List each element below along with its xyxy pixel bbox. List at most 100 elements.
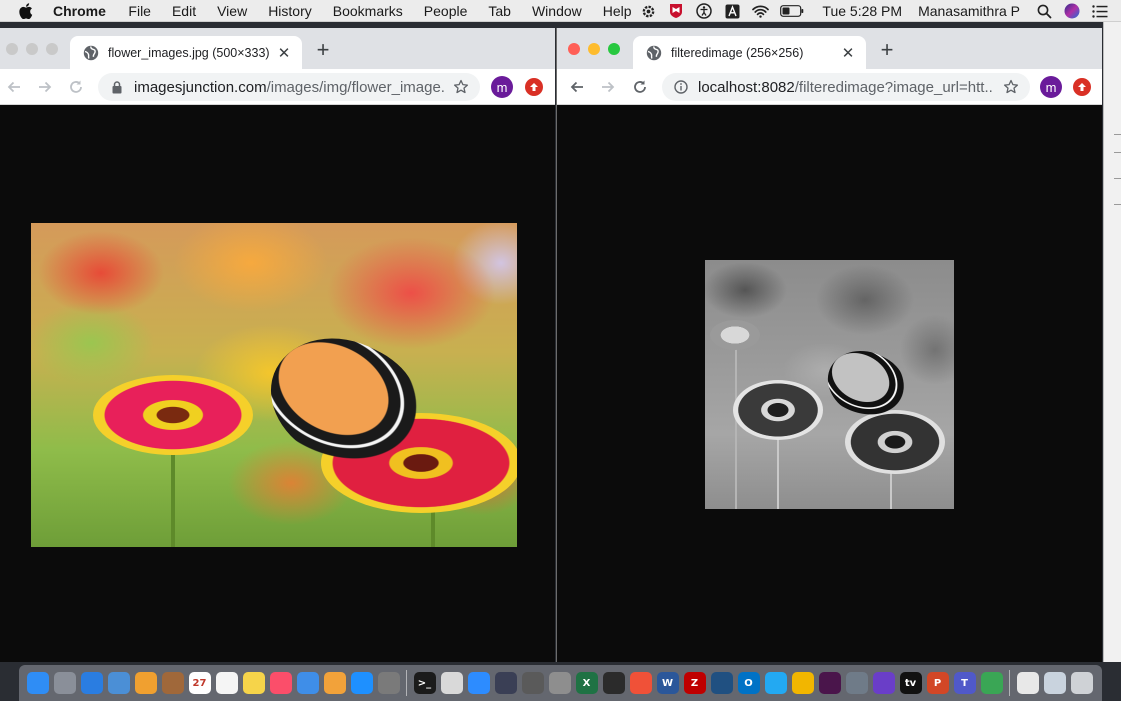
teams-icon[interactable]: T xyxy=(953,672,976,694)
zoom-icon[interactable] xyxy=(467,672,490,694)
back-button[interactable] xyxy=(568,78,586,96)
menu-view[interactable]: View xyxy=(207,3,258,19)
forward-button[interactable] xyxy=(36,78,54,96)
menu-people[interactable]: People xyxy=(413,3,478,19)
apple-menu-icon[interactable] xyxy=(19,2,39,19)
spotlight-search-icon[interactable] xyxy=(1035,3,1053,19)
zoom-window-button[interactable] xyxy=(46,43,58,55)
cloud-icon[interactable] xyxy=(980,672,1003,694)
new-tab-button[interactable]: + xyxy=(313,39,333,61)
filezilla-icon[interactable]: Z xyxy=(683,672,706,694)
system-preferences-icon[interactable] xyxy=(377,672,400,694)
close-tab-icon[interactable]: ✕ xyxy=(276,45,292,62)
minimize-window-button[interactable] xyxy=(26,43,38,55)
close-tab-icon[interactable]: ✕ xyxy=(840,45,856,62)
terminal-icon[interactable]: >_ xyxy=(413,672,436,694)
gray-flower xyxy=(845,410,945,474)
input-source-icon[interactable] xyxy=(723,3,741,19)
chrome-icon[interactable] xyxy=(791,672,814,694)
gear-status-icon[interactable] xyxy=(639,3,657,19)
forward-button[interactable] xyxy=(599,78,617,96)
script-editor-icon[interactable] xyxy=(440,672,463,694)
network-icon[interactable] xyxy=(845,672,868,694)
bookmark-star-icon[interactable] xyxy=(1002,78,1020,96)
tab-strip: flower_images.jpg (500×333) ✕ + xyxy=(0,28,555,69)
outlook-icon[interactable]: O xyxy=(737,672,760,694)
minimize-window-button[interactable] xyxy=(588,43,600,55)
menu-window[interactable]: Window xyxy=(521,3,592,19)
close-window-button[interactable] xyxy=(568,43,580,55)
photos-icon[interactable] xyxy=(134,672,157,694)
user-name[interactable]: Manasamithra P xyxy=(918,3,1020,19)
battery-icon[interactable] xyxy=(779,3,805,19)
menu-bookmarks[interactable]: Bookmarks xyxy=(322,3,413,19)
page-content xyxy=(557,105,1102,662)
messenger-icon[interactable] xyxy=(494,672,517,694)
profile-avatar[interactable]: m xyxy=(491,76,513,98)
swift-icon[interactable] xyxy=(629,672,652,694)
app-menu-chrome[interactable]: Chrome xyxy=(53,3,118,19)
vscode-icon[interactable] xyxy=(764,672,787,694)
filtered-grayscale-image[interactable] xyxy=(705,260,954,509)
notes-icon[interactable] xyxy=(242,672,265,694)
new-tab-button[interactable]: + xyxy=(877,39,897,61)
address-bar[interactable]: localhost:8082/filteredimage?image_url=h… xyxy=(662,73,1030,101)
notification-center-icon[interactable] xyxy=(1091,3,1109,19)
reload-button[interactable] xyxy=(631,78,649,96)
notebook-icon[interactable] xyxy=(161,672,184,694)
powerpoint-icon[interactable]: P xyxy=(926,672,949,694)
wifi-icon[interactable] xyxy=(751,3,769,19)
preview-icon[interactable] xyxy=(107,672,130,694)
excel-icon[interactable]: X xyxy=(575,672,598,694)
gray-flower xyxy=(710,320,760,350)
zoom-window-button[interactable] xyxy=(608,43,620,55)
bookmark-star-icon[interactable] xyxy=(453,78,471,96)
warnings-icon[interactable] xyxy=(602,672,625,694)
keynote-icon[interactable] xyxy=(296,672,319,694)
siri-icon[interactable] xyxy=(1063,3,1081,19)
tab-flower-image[interactable]: flower_images.jpg (500×333) ✕ xyxy=(70,36,302,69)
address-bar[interactable]: imagesjunction.com/images/img/flower_ima… xyxy=(98,73,480,101)
launchpad-icon[interactable] xyxy=(53,672,76,694)
menu-file[interactable]: File xyxy=(118,3,162,19)
safari-icon[interactable] xyxy=(80,672,103,694)
tab-filtered-image[interactable]: filteredimage (256×256) ✕ xyxy=(633,36,866,69)
menu-history[interactable]: History xyxy=(258,3,323,19)
lock-icon[interactable] xyxy=(110,80,124,94)
pages-icon[interactable] xyxy=(323,672,346,694)
accessibility-icon[interactable] xyxy=(695,3,713,19)
extension-icon[interactable] xyxy=(1073,78,1091,96)
menu-edit[interactable]: Edit xyxy=(161,3,206,19)
reload-button[interactable] xyxy=(67,78,85,96)
music-icon[interactable] xyxy=(269,672,292,694)
screen-icon[interactable] xyxy=(1043,672,1066,694)
reminders-icon[interactable] xyxy=(215,672,238,694)
extension-icon[interactable] xyxy=(525,78,543,96)
calendar-icon[interactable]: 27 xyxy=(188,672,211,694)
trash-icon[interactable] xyxy=(1070,672,1093,694)
flower-butterfly-image[interactable] xyxy=(31,223,517,547)
menu-tab[interactable]: Tab xyxy=(478,3,522,19)
apple-tv-icon[interactable]: tv xyxy=(899,672,922,694)
page-content xyxy=(0,105,555,662)
document-icon[interactable] xyxy=(1016,672,1039,694)
mcafee-shield-icon[interactable] xyxy=(667,3,685,19)
disk-utility-icon[interactable] xyxy=(521,672,544,694)
globe-icon xyxy=(83,45,99,60)
profile-avatar[interactable]: m xyxy=(1040,76,1062,98)
imovie-icon[interactable] xyxy=(872,672,895,694)
url-path: /filteredimage?image_url=htt... xyxy=(794,78,995,96)
info-icon[interactable] xyxy=(674,80,688,94)
menu-bar: Chrome File Edit View History Bookmarks … xyxy=(0,0,1121,22)
close-window-button[interactable] xyxy=(6,43,18,55)
word-icon[interactable]: W xyxy=(656,672,679,694)
sourcetree-icon[interactable] xyxy=(710,672,733,694)
slack-icon[interactable] xyxy=(818,672,841,694)
back-button[interactable] xyxy=(5,78,23,96)
app-store-icon[interactable] xyxy=(350,672,373,694)
scissors-icon[interactable] xyxy=(548,672,571,694)
red-flower xyxy=(93,375,253,455)
tab-title: flower_images.jpg (500×333) xyxy=(108,45,270,60)
finder-icon[interactable] xyxy=(26,672,49,694)
clock[interactable]: Tue 5:28 PM xyxy=(822,3,902,19)
